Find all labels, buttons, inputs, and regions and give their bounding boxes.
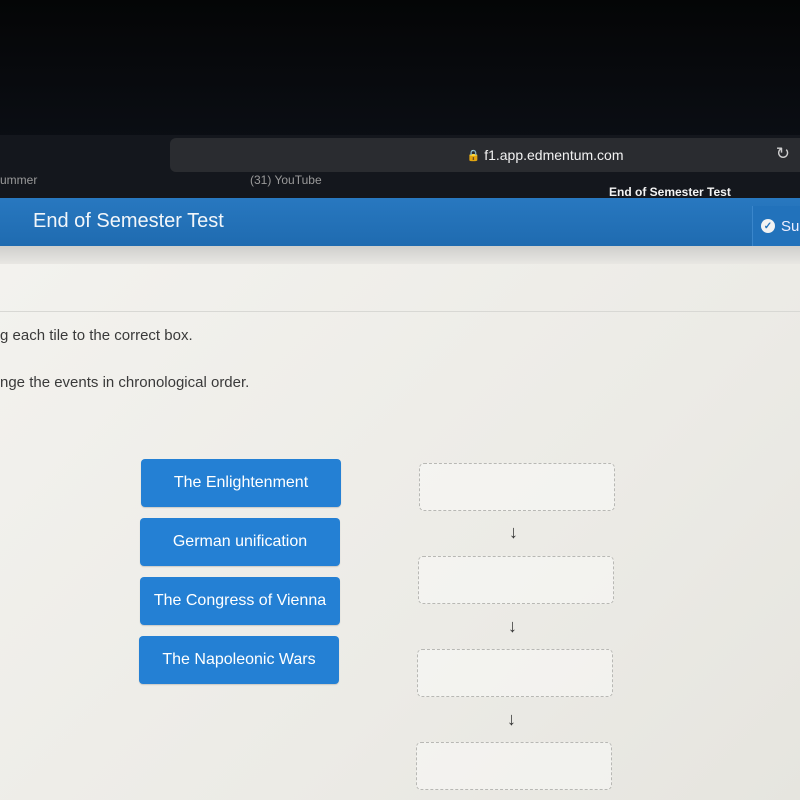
divider [0, 311, 800, 312]
address-bar[interactable]: 🔒 f1.app.edmentum.com ↻ [170, 138, 800, 172]
drop-box-4[interactable] [416, 742, 612, 790]
submit-button[interactable]: ✓ Su [752, 206, 800, 246]
tile-napoleonic-wars[interactable]: The Napoleonic Wars [139, 636, 339, 684]
drop-box-2[interactable] [418, 556, 614, 604]
tile-congress-of-vienna[interactable]: The Congress of Vienna [140, 577, 340, 625]
drop-box-3[interactable] [417, 649, 613, 697]
screen-bezel [0, 0, 800, 140]
browser-tab-summer[interactable]: ummer [0, 173, 37, 187]
question-area: g each tile to the correct box. nge the … [0, 264, 800, 800]
arrow-down-icon: ↓ [507, 709, 516, 729]
submit-label: Su [781, 217, 800, 235]
drop-box-1[interactable] [419, 463, 615, 511]
browser-tab-test[interactable]: End of Semester Test [609, 185, 731, 199]
lock-icon: 🔒 [466, 149, 481, 162]
check-icon: ✓ [761, 219, 775, 233]
app-header: End of Semester Test ✓ Su [0, 198, 800, 246]
sub-toolbar [0, 246, 800, 264]
instruction-order: nge the events in chronological order. [0, 374, 250, 391]
instruction-drag: g each tile to the correct box. [0, 327, 193, 344]
page-title: End of Semester Test [33, 210, 224, 232]
tile-enlightenment[interactable]: The Enlightenment [141, 459, 341, 507]
reload-icon[interactable]: ↻ [776, 144, 790, 164]
url-text: f1.app.edmentum.com [484, 147, 624, 163]
arrow-down-icon: ↓ [508, 616, 517, 636]
tile-german-unification[interactable]: German unification [140, 518, 340, 566]
arrow-down-icon: ↓ [509, 522, 518, 542]
browser-tab-youtube[interactable]: (31) YouTube [250, 173, 322, 187]
